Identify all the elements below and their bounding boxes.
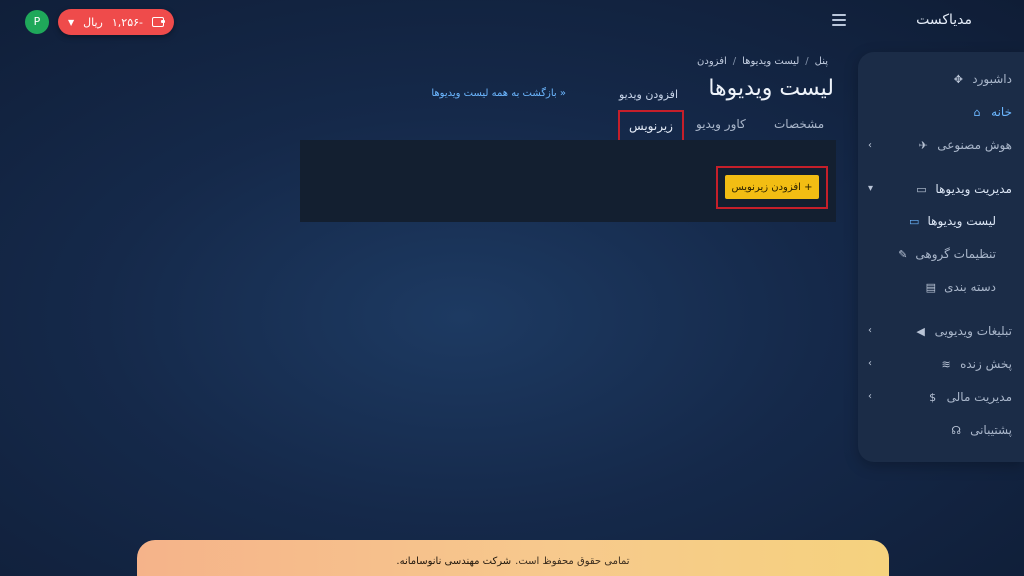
home-icon: ⌂ <box>973 105 981 119</box>
chevron-left-icon[interactable]: ‹ <box>868 358 872 369</box>
video-icon: ▭ <box>916 182 927 196</box>
sidebar-item-label: مدیریت ویدیوها <box>935 182 1012 196</box>
puzzle-icon: ✥ <box>953 72 963 86</box>
rocket-icon: ✈ <box>918 138 928 152</box>
hamburger-menu-icon[interactable] <box>832 14 846 27</box>
sidebar-subitem-label: لیست ویدیوها <box>927 214 996 228</box>
wallet-icon <box>152 17 165 27</box>
chevron-left-icon[interactable]: ‹ <box>868 140 872 151</box>
breadcrumb: پنل / لیست ویدیوها / افزودن <box>697 56 828 67</box>
sidebar-item-label: پشتیبانی <box>970 423 1012 437</box>
chevron-down-icon[interactable]: ▾ <box>868 183 873 194</box>
sidebar-subitem-label: تنظیمات گروهی <box>915 247 996 261</box>
sidebar-item-home[interactable]: ⌂ خانه <box>971 105 1012 119</box>
brand-name: مدیاکست <box>916 12 972 28</box>
keyboard-icon: ▤ <box>925 280 937 294</box>
footer: تمامی حقوق محفوظ است. شرکت مهندسی نانوسا… <box>137 540 889 576</box>
tab-specifications[interactable]: مشخصات <box>774 117 824 131</box>
sidebar-subitem-label: دسته بندی <box>944 280 996 294</box>
tab-video-cover[interactable]: کاور ویدیو <box>696 117 746 131</box>
sidebar-item-label: تبلیغات ویدیویی <box>934 324 1012 338</box>
breadcrumb-add: افزودن <box>697 56 727 67</box>
sidebar-item-label: هوش مصنوعی <box>937 138 1012 152</box>
breadcrumb-panel[interactable]: پنل <box>815 56 828 67</box>
back-to-list-link[interactable]: « بازگشت به همه لیست ویدیوها <box>431 88 566 99</box>
sidebar-item-ai[interactable]: ✈ هوش مصنوعی <box>917 138 1012 152</box>
add-subtitle-button[interactable]: + افزودن زیرنویس <box>725 175 819 199</box>
sidebar-subitem-categories[interactable]: ▤ دسته بندی <box>926 280 996 294</box>
sidebar-item-label: مدیریت مالی <box>946 390 1012 404</box>
sidebar-item-label: خانه <box>991 105 1012 119</box>
headset-icon: ☊ <box>951 423 961 437</box>
tab-subtitles[interactable]: زیرنویس <box>618 110 684 142</box>
sidebar-item-label: داشبورد <box>972 72 1012 86</box>
sidebar-item-support[interactable]: ☊ پشتیبانی <box>950 423 1012 437</box>
chevron-left-icon[interactable]: ‹ <box>868 391 872 402</box>
chevron-left-icon[interactable]: ‹ <box>868 325 872 336</box>
avatar[interactable]: P <box>25 10 49 34</box>
sidebar-item-video-management[interactable]: ▭ مدیریت ویدیوها <box>915 182 1012 196</box>
wallet-balance-button[interactable]: ▼ ریال -۱,۲۵۶ <box>58 9 174 35</box>
page-title: لیست ویدیوها <box>708 76 834 101</box>
sidebar-item-live[interactable]: ≋ پخش زنده <box>940 357 1012 371</box>
page-subtitle: افزودن ویدیو <box>618 88 678 101</box>
sidebar-subitem-video-list[interactable]: ▭ لیست ویدیوها <box>909 214 996 228</box>
sidebar-item-video-ads[interactable]: ◀ تبلیغات ویدیویی <box>915 324 1012 338</box>
caret-down-icon: ▼ <box>68 17 75 27</box>
wallet-currency: ریال <box>83 15 103 29</box>
footer-copyright: تمامی حقوق محفوظ است. <box>515 556 630 567</box>
wallet-amount: -۱,۲۵۶ <box>111 15 143 29</box>
video-icon: ▭ <box>909 214 920 228</box>
megaphone-icon: ◀ <box>916 324 925 338</box>
sidebar-item-label: پخش زنده <box>960 357 1012 371</box>
footer-company: شرکت مهندسی نانوسامانه. <box>396 556 512 567</box>
sidebar: ✥ داشبورد ⌂ خانه ✈ هوش مصنوعی ‹ ▭ مدیریت… <box>858 52 1024 462</box>
dollar-icon: $ <box>929 390 937 404</box>
breadcrumb-video-list[interactable]: لیست ویدیوها <box>742 56 799 67</box>
sidebar-subitem-group-settings[interactable]: ✎ تنظیمات گروهی <box>898 247 996 261</box>
wrench-icon: ✎ <box>898 247 908 261</box>
wifi-icon: ≋ <box>941 357 951 371</box>
sidebar-item-finance[interactable]: $ مدیریت مالی <box>927 390 1012 404</box>
sidebar-item-dashboard[interactable]: ✥ داشبورد <box>952 72 1012 86</box>
